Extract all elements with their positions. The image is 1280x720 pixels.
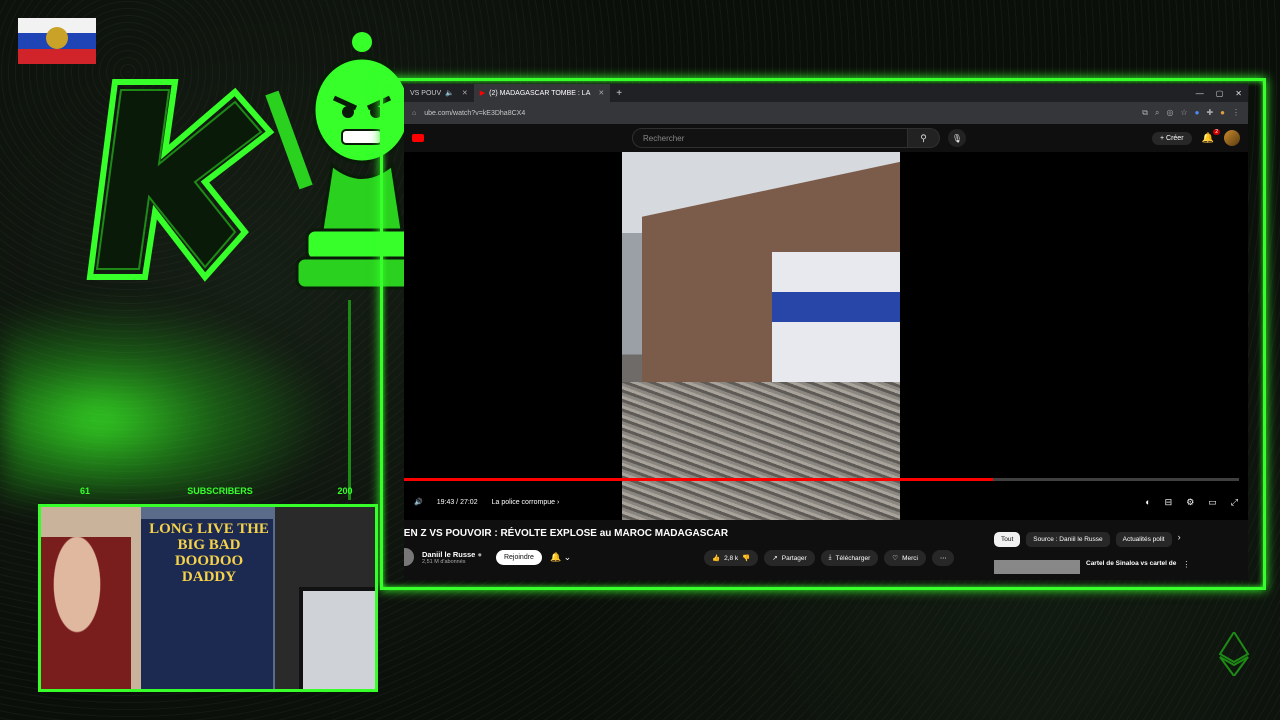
close-tab-icon[interactable]: ✕	[598, 89, 604, 97]
chip-all[interactable]: Tout	[994, 532, 1021, 547]
notification-badge: 2	[1213, 128, 1220, 135]
avatar[interactable]	[1224, 130, 1240, 146]
verified-icon: ●	[477, 549, 482, 559]
header-actions: + Créer 🔔 2	[1151, 128, 1240, 146]
like-count: 2,8 k	[724, 554, 739, 562]
search-button[interactable]: ⚲	[908, 128, 940, 148]
create-label: Créer	[1166, 134, 1184, 142]
close-window-icon[interactable]: ✕	[1235, 89, 1242, 98]
decorative-line	[348, 300, 351, 500]
recommendation-chips: Tout Source : Daniil le Russe Actualités…	[994, 532, 1181, 547]
video-player[interactable]: 🔊 19:43 / 27:02 La police corrompue › ◐ …	[404, 152, 1248, 520]
channel-name[interactable]: Daniil le Russe ●	[422, 550, 482, 559]
channel-row: Daniil le Russe ● 2,51 M d'abonnés Rejoi…	[404, 548, 571, 566]
mic-icon: 🎙	[951, 133, 963, 143]
thanks-icon: ♡	[892, 555, 899, 562]
notifications-button[interactable]: 🔔 2	[1201, 128, 1220, 144]
k-logo-icon	[86, 79, 275, 282]
browser-window: VS POUV 🔈 ✕ ▶ (2) MADAGASCAR TOMBE : LA …	[404, 84, 1248, 580]
thanks-button[interactable]: ♡ Merci	[884, 550, 926, 566]
download-button[interactable]: ⤓ Télécharger	[820, 550, 879, 566]
maximize-icon[interactable]: ▢	[1216, 89, 1224, 98]
close-tab-icon[interactable]: ✕	[462, 89, 468, 97]
subscribe-bell-icon[interactable]: 🔔 ⌄	[550, 552, 571, 563]
tab-2[interactable]: ▶ (2) MADAGASCAR TOMBE : LA ✕	[473, 84, 611, 102]
join-button[interactable]: Rejoindre	[495, 549, 542, 565]
more-actions-button[interactable]: ⋯	[931, 550, 955, 566]
toolbar-icons: ⧉ ⌕ ◎ ☆ ● ✚ ● ⋮	[1142, 108, 1240, 118]
speaker-icon: 🔈	[445, 90, 454, 97]
youtube-favicon-icon: ▶	[479, 90, 486, 97]
progress-fill	[404, 478, 993, 481]
minimize-icon[interactable]: —	[1196, 89, 1204, 98]
channel-avatar[interactable]	[404, 548, 414, 566]
chapter-button[interactable]: La police corrompue ›	[492, 499, 560, 506]
recommendation-item[interactable]: Cartel de Sinaloa vs cartel de ⋮	[994, 560, 1190, 574]
download-icon: ⤓	[828, 554, 832, 561]
tab-bar: VS POUV 🔈 ✕ ▶ (2) MADAGASCAR TOMBE : LA …	[404, 84, 1248, 102]
youtube-header: Rechercher ⚲ 🎙 + Créer 🔔 2	[404, 124, 1248, 152]
youtube-play-icon	[412, 134, 424, 142]
subscriber-goal: 200	[337, 486, 353, 496]
green-smoke-decoration	[0, 300, 330, 500]
url-field[interactable]: ube.com/watch?v=kE3Dha8CX4	[424, 110, 1134, 117]
chip-source[interactable]: Source : Daniil le Russe	[1026, 532, 1110, 547]
time-display: 19:43 / 27:02	[436, 498, 478, 506]
volume-icon[interactable]: 🔊	[414, 498, 423, 506]
autoplay-toggle[interactable]: ◐	[1145, 497, 1150, 508]
zoom-icon[interactable]: ⌕	[1155, 108, 1159, 118]
mic-button[interactable]: 🎙	[948, 129, 966, 147]
tab-1[interactable]: VS POUV 🔈 ✕	[404, 84, 474, 102]
create-button[interactable]: + Créer	[1151, 131, 1192, 145]
share-button[interactable]: ↗ Partager	[764, 550, 815, 566]
ethereum-logo-icon	[1218, 632, 1250, 676]
install-icon[interactable]: ⧉	[1142, 108, 1148, 118]
address-bar: ⌂ ube.com/watch?v=kE3Dha8CX4 ⧉ ⌕ ◎ ☆ ● ✚…	[404, 102, 1248, 124]
video-frame	[622, 152, 900, 520]
new-tab-button[interactable]: +	[610, 88, 628, 99]
home-icon[interactable]: ⌂	[412, 110, 416, 117]
chip-news[interactable]: Actualités polit	[1115, 532, 1172, 547]
eye-off-icon[interactable]: ◎	[1166, 108, 1173, 118]
search-input[interactable]: Rechercher	[632, 128, 908, 148]
tab-label: (2) MADAGASCAR TOMBE : LA	[489, 89, 591, 97]
search-icon: ⚲	[920, 132, 927, 143]
monitor	[299, 587, 375, 689]
poster-text: LONG LIVE THE BIG BAD DOODOO DADDY	[149, 521, 269, 585]
subscriber-label: SUBSCRIBERS	[187, 486, 253, 496]
chevron-right-icon[interactable]: ›	[1178, 532, 1181, 547]
settings-gear-icon[interactable]: ⚙	[1186, 497, 1194, 508]
extension-icon[interactable]: ●	[1195, 108, 1200, 118]
recommendation-title[interactable]: Cartel de Sinaloa vs cartel de	[1086, 560, 1176, 567]
share-icon: ↗	[772, 555, 778, 562]
progress-bar[interactable]	[404, 478, 1239, 481]
streamer	[41, 537, 131, 689]
russian-flag-icon	[18, 18, 96, 64]
puzzle-icon[interactable]: ✚	[1206, 108, 1213, 118]
video-building-sign	[772, 292, 900, 322]
star-icon[interactable]: ☆	[1180, 108, 1187, 118]
window-controls: — ▢ ✕	[1196, 89, 1248, 98]
youtube-logo[interactable]	[412, 134, 632, 142]
captions-icon[interactable]: ⊟	[1165, 497, 1173, 508]
channel-subscribers: 2,51 M d'abonnés	[422, 558, 466, 565]
thumbs-up-icon: 👍	[712, 555, 721, 562]
video-title: GEN Z VS POUVOIR : RÉVOLTE EXPLOSE au MA…	[404, 528, 729, 539]
fullscreen-icon[interactable]: ⤢	[1231, 497, 1238, 508]
thumbs-down-icon[interactable]: 👎	[742, 554, 750, 562]
recommendation-thumbnail[interactable]	[994, 560, 1080, 574]
action-buttons: 👍 2,8 k 👎 ↗ Partager ⤓ Télécharger ♡ Mer…	[704, 550, 955, 566]
profile-icon[interactable]: ●	[1220, 108, 1225, 118]
webcam-feed: LONG LIVE THE BIG BAD DOODOO DADDY	[38, 504, 378, 692]
like-button[interactable]: 👍 2,8 k 👎	[704, 550, 759, 566]
more-options-icon[interactable]: ⋮	[1182, 560, 1190, 569]
tab-label: VS POUV	[410, 89, 442, 97]
bell-icon: 🔔	[1201, 132, 1214, 144]
subscriber-count: 61	[79, 486, 90, 496]
player-right-controls: ◐ ⊟ ⚙ ▭ ⤢	[1145, 497, 1238, 508]
subscriber-goal-bar: 61 SUBSCRIBERS 200	[40, 484, 380, 498]
miniplayer-icon[interactable]: ▭	[1208, 497, 1217, 508]
menu-icon[interactable]: ⋮	[1232, 108, 1240, 118]
player-controls: 🔊 19:43 / 27:02 La police corrompue › ◐ …	[404, 488, 1248, 516]
